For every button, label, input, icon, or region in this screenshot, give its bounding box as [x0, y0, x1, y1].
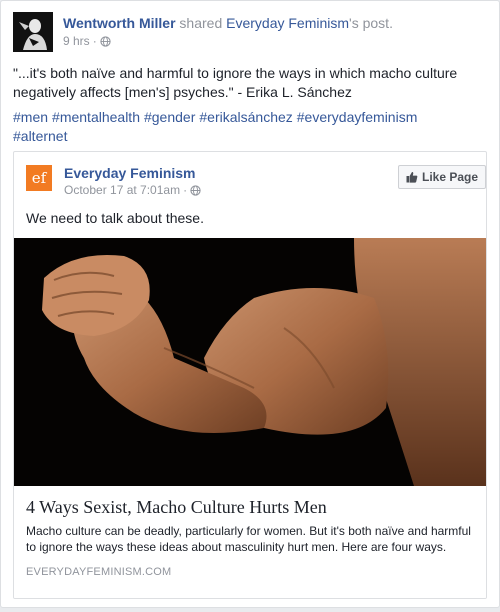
globe-icon[interactable]	[190, 184, 201, 196]
link-title[interactable]: 4 Ways Sexist, Macho Culture Hurts Men	[26, 496, 474, 518]
post-quote: "...it's both naïve and harmful to ignor…	[13, 65, 458, 100]
feed-gap	[0, 608, 500, 612]
meta-separator: ·	[183, 183, 188, 197]
post-header: Wentworth Miller shared Everyday Feminis…	[13, 12, 483, 56]
shared-action-text: shared	[175, 15, 227, 31]
author-avatar[interactable]	[13, 12, 53, 52]
shared-page-link[interactable]: Everyday Feminism	[226, 15, 349, 31]
post-timestamp[interactable]: 9 hrs	[63, 33, 90, 49]
hashtag-link[interactable]: #everydayfeminism	[297, 109, 418, 125]
hashtag-link[interactable]: #men	[13, 109, 48, 125]
shared-post-suffix: 's post.	[349, 15, 393, 31]
post-card: Wentworth Miller shared Everyday Feminis…	[0, 0, 500, 608]
like-page-label: Like Page	[421, 170, 479, 184]
like-page-button[interactable]: Like Page	[398, 165, 486, 189]
hashtag-link[interactable]: #gender	[144, 109, 195, 125]
hashtag-link[interactable]: #mentalhealth	[52, 109, 140, 125]
header-line: Wentworth Miller shared Everyday Feminis…	[63, 14, 483, 32]
flexed-arm-photo	[14, 238, 486, 486]
everyday-feminism-logo[interactable]: ef	[26, 165, 52, 191]
hashtag-link[interactable]: #erikalsánchez	[199, 109, 292, 125]
hashtag-link[interactable]: #alternet	[13, 128, 67, 144]
shared-post-card: ef Everyday Feminism October 17 at 7:01a…	[13, 151, 487, 599]
author-name-link[interactable]: Wentworth Miller	[63, 15, 176, 31]
globe-icon[interactable]	[100, 35, 111, 47]
post-body: "...it's both naïve and harmful to ignor…	[13, 64, 489, 146]
meta-separator: ·	[92, 34, 97, 48]
post-meta: 9 hrs ·	[63, 33, 483, 49]
link-preview-info[interactable]: 4 Ways Sexist, Macho Culture Hurts Men M…	[14, 486, 486, 598]
avatar-image	[13, 12, 53, 52]
thumbs-up-icon	[406, 171, 418, 183]
shared-post-timestamp[interactable]: October 17 at 7:01am	[64, 182, 180, 198]
hashtag-list: #men #mentalhealth #gender #erikalsánchez #e…	[13, 108, 489, 146]
link-domain: EVERYDAYFEMINISM.COM	[26, 566, 172, 578]
header-text: Wentworth Miller shared Everyday Feminis…	[63, 14, 483, 49]
link-description: Macho culture can be deadly, particularl…	[26, 524, 471, 554]
shared-post-text: We need to talk about these.	[26, 210, 204, 226]
link-preview-image[interactable]	[14, 238, 486, 486]
shared-post-meta: October 17 at 7:01am ·	[64, 182, 201, 198]
shared-page-name[interactable]: Everyday Feminism	[64, 164, 196, 182]
